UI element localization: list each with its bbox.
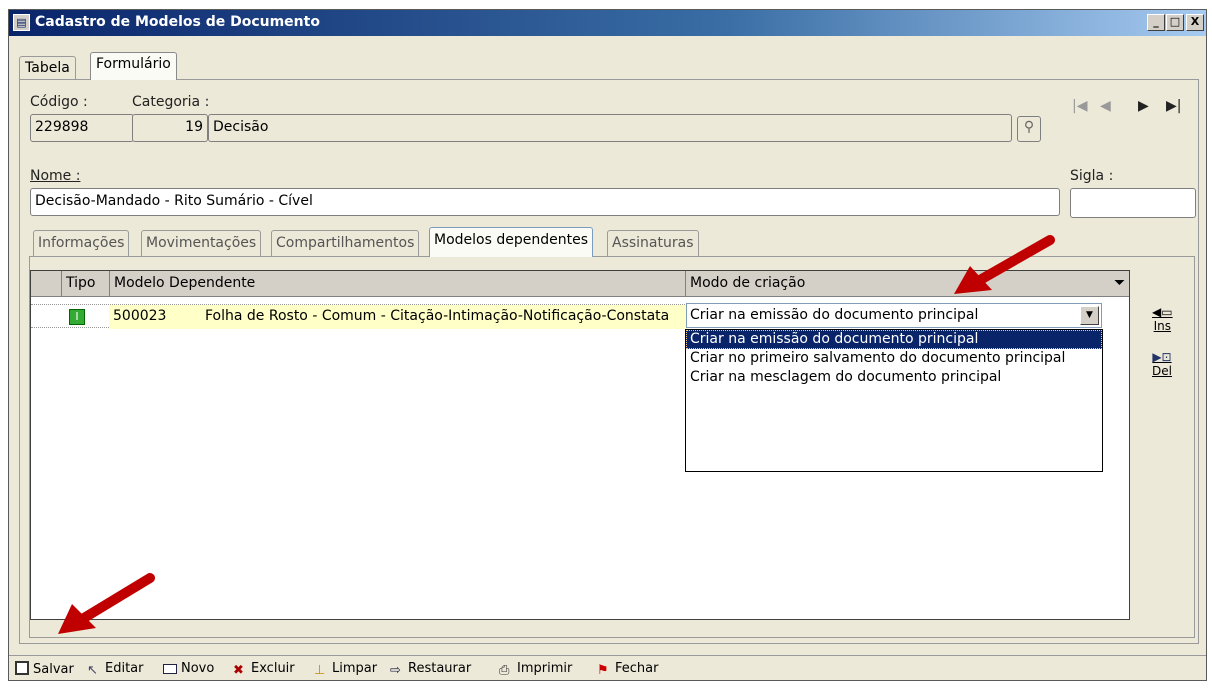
new-document-icon [163,664,177,674]
tab-label: Modelos dependentes [434,232,588,248]
tipo-cell: I [67,305,91,329]
delete-icon: ✖ [233,663,244,678]
codigo-field[interactable]: 229898 [30,114,134,142]
app-icon: ▤ [13,14,30,31]
fechar-button[interactable]: ⚑ Fechar [597,661,659,678]
categoria-label: Categoria : [132,94,210,110]
tab-label: Formulário [96,56,171,72]
annotation-arrow-bottom [58,573,155,634]
codigo-cell: 500023 [109,305,201,329]
last-record-icon[interactable]: ▶| [1166,98,1181,114]
salvar-button[interactable]: Salvar [15,661,74,677]
column-header-tipo[interactable]: Tipo [61,271,109,297]
categoria-code-field[interactable]: 19 [132,114,208,142]
restaurar-button[interactable]: ⇨ Restaurar [390,661,472,678]
tab-label: Informações [38,235,125,251]
close-button[interactable]: X [1186,14,1204,31]
minimize-button[interactable]: _ [1147,14,1165,31]
first-record-icon[interactable]: |◀ [1072,98,1087,114]
modo-criacao-select[interactable]: Criar na emissão do documento principal … [686,303,1102,328]
sigla-label: Sigla : [1070,168,1114,184]
salvar-label: Salvar [33,662,74,677]
tab-label: Movimentações [146,235,257,251]
fechar-label: Fechar [615,661,659,676]
novo-label: Novo [181,661,215,676]
limpar-label: Limpar [332,661,378,676]
tab-compartilhamentos[interactable]: Compartilhamentos [271,230,420,256]
imprimir-button[interactable]: ⎙ Imprimir [499,661,573,678]
option-mesclagem[interactable]: Criar na mesclagem do documento principa… [686,368,1102,387]
tab-formulario[interactable]: Formulário [90,52,177,80]
codigo-label: Código : [30,94,88,110]
title-bar[interactable]: ▤ Cadastro de Modelos de Documento _ □ X [9,10,1206,36]
printer-icon: ⎙ [499,663,510,678]
search-icon[interactable]: ⚲ [1017,116,1041,142]
tab-label: Compartilhamentos [276,235,415,251]
excluir-button[interactable]: ✖ Excluir [233,661,295,678]
tab-movimentacoes[interactable]: Movimentações [141,230,262,256]
restaurar-label: Restaurar [408,661,472,676]
novo-button[interactable]: Novo [163,661,214,676]
nome-input[interactable]: Decisão-Mandado - Rito Sumário - Cível [30,188,1060,216]
exit-icon: ⚑ [597,663,609,678]
tab-assinaturas[interactable]: Assinaturas [607,230,699,256]
save-icon [15,661,29,675]
window-title: Cadastro de Modelos de Documento [35,14,320,30]
restore-icon: ⇨ [390,663,401,678]
delete-row-icon: ▶⊡ [1152,350,1172,364]
column-header-modelo[interactable]: Modelo Dependente [109,271,685,297]
tab-tabela[interactable]: Tabela [19,56,76,80]
categoria-name-field[interactable]: Decisão [208,114,1012,142]
insert-icon: ◀▭ [1152,305,1173,319]
option-salvamento[interactable]: Criar no primeiro salvamento do document… [686,349,1102,368]
tab-modelos-dependentes[interactable]: Modelos dependentes [429,227,593,257]
tab-informacoes[interactable]: Informações [33,230,130,256]
delete-row-button[interactable]: ▶⊡ Del [1152,350,1172,378]
chevron-down-icon[interactable]: ▼ [1080,306,1099,325]
bottom-toolbar: Salvar ↖ Editar Novo ✖ Excluir ⊥ Limpar ⇨ Re… [9,655,1206,681]
modo-criacao-value: Criar na emissão do documento principal [690,307,979,323]
option-emissao[interactable]: Criar na emissão do documento principal [686,330,1102,349]
next-record-icon[interactable]: ▶ [1138,98,1149,114]
insert-label: Ins [1153,319,1171,333]
delete-row-label: Del [1152,364,1172,378]
annotation-arrow-top [954,235,1055,294]
sigla-input[interactable] [1070,188,1196,218]
editar-label: Editar [105,661,144,676]
tab-label: Tabela [25,60,70,76]
nome-label: Nome : [30,168,81,184]
limpar-button[interactable]: ⊥ Limpar [314,661,378,678]
filter-icon[interactable]: ⏷ [1114,275,1125,291]
tab-label: Assinaturas [612,235,694,251]
editar-button[interactable]: ↖ Editar [87,661,144,678]
clear-icon: ⊥ [314,663,326,678]
pointer-icon: ↖ [87,663,98,678]
modelo-cell: Folha de Rosto - Comum - Citação-Intimaç… [201,305,687,329]
modo-criacao-options: Criar na emissão do documento principal … [685,329,1103,472]
prev-record-icon[interactable]: ◀ [1100,98,1111,114]
excluir-label: Excluir [251,661,295,676]
document-type-icon: I [69,309,85,325]
maximize-button[interactable]: □ [1166,14,1184,31]
imprimir-label: Imprimir [517,661,573,676]
insert-button[interactable]: ◀▭ Ins [1152,305,1173,333]
